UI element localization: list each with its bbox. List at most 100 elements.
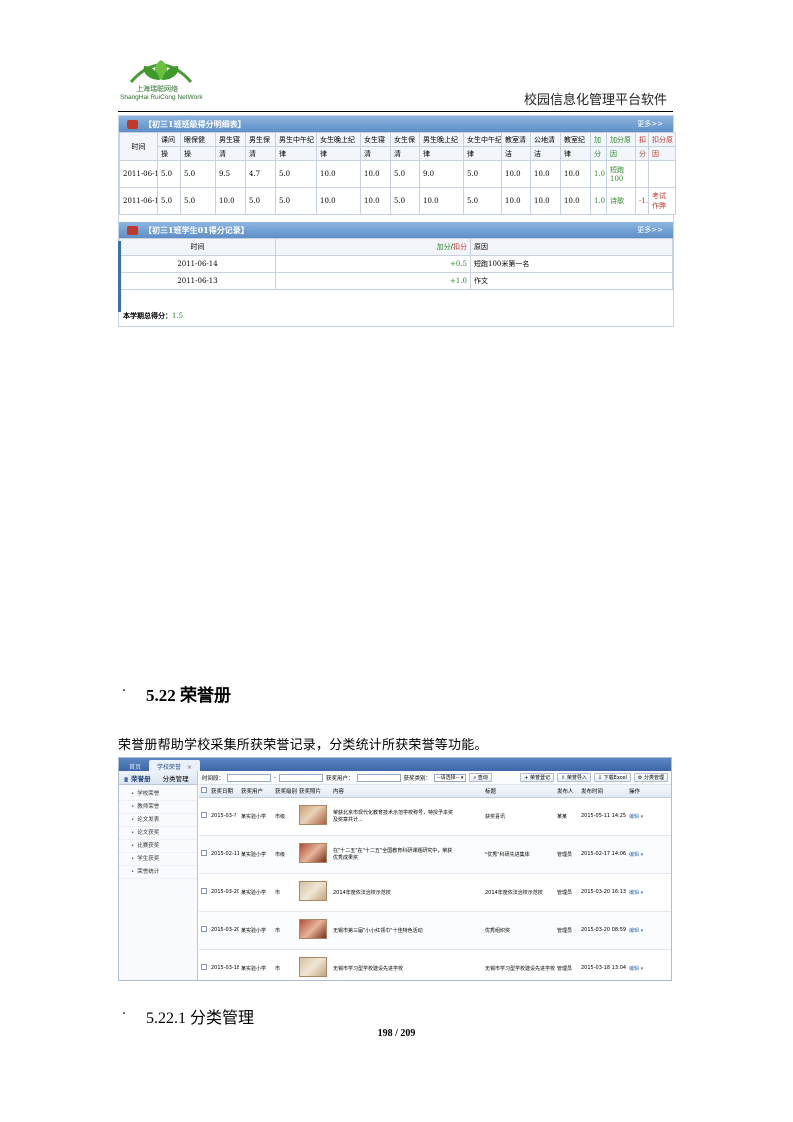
header-cell: 女生保	[390, 132, 420, 147]
row-checkbox[interactable]	[201, 964, 207, 970]
register-honor-button[interactable]: + 荣誉登记	[520, 773, 555, 782]
table-cell: 2011-06-14	[119, 160, 158, 188]
table-row: 2011-06-14 +0.5 短跑100米第一名	[119, 255, 673, 273]
table-row[interactable]: 2015-03-20 某实验小学 市 2014年度依法治校示范校 2014年度依…	[199, 873, 671, 912]
class-score-table: 时间 课间 眼保健 男生寝 男生保 男生中午纪 女生晚上纪 女生寝 女生保 男生…	[119, 132, 676, 215]
sidebar-item-honor-stats[interactable]: 荣誉统计	[119, 866, 197, 879]
search-icon: ⌕	[473, 775, 477, 781]
edit-action[interactable]: 编辑 ▾	[627, 949, 671, 980]
page-number: 198 / 209	[377, 1028, 416, 1039]
publish-time-cell: 2015-02-17 14:06	[579, 835, 627, 874]
header-cell[interactable]: 获奖日期	[209, 785, 239, 798]
category-label: 获奖类别：	[403, 775, 432, 782]
title-cell: 无锡市学习型学校建设先进学校	[483, 949, 555, 980]
header-cell[interactable]: 获奖级别	[273, 785, 297, 798]
header-cell[interactable]: 发布人	[555, 785, 579, 798]
document-header-title: 校园信息化管理平台软件	[523, 93, 667, 108]
logo-leaves-icon	[129, 60, 193, 83]
select-all-checkbox[interactable]	[201, 786, 207, 793]
header-cell[interactable]: 发布时间	[579, 785, 627, 798]
sidebar-item-student-awards[interactable]: 学生获奖	[119, 853, 197, 866]
table-cell: 作文	[470, 272, 673, 290]
header-cell: 教室清	[501, 132, 531, 147]
table-cell: 5.0	[245, 187, 276, 215]
honor-photo[interactable]	[299, 805, 327, 825]
table-cell: 2011-06-13	[119, 272, 276, 290]
tab-home[interactable]: 首页	[121, 760, 149, 771]
download-excel-button[interactable]: ⇩ 下载Excel	[593, 773, 631, 782]
header-cell: 操	[180, 146, 216, 161]
header-cell: 律	[560, 146, 591, 161]
sidebar-item-contest-awards[interactable]: 比赛获奖	[119, 840, 197, 853]
category-manage-button[interactable]: ⚙ 分类管理	[633, 773, 668, 782]
table-cell: 1.0	[590, 160, 607, 188]
publish-time-cell: 2015-03-20 16:13	[579, 873, 627, 912]
header-cell: 女生寝	[360, 132, 391, 147]
table-cell: 10.0	[530, 160, 561, 188]
header-cell[interactable]: 内容	[331, 785, 483, 798]
honor-photo[interactable]	[299, 881, 327, 901]
user-cell: 某实验小学	[239, 797, 273, 836]
header-cell[interactable]: 获奖用户	[239, 785, 273, 798]
table-cell: 5.0	[463, 160, 502, 188]
edit-action[interactable]: 编辑 ▾	[627, 911, 671, 950]
subsection-heading: 5.22.1 分类管理	[146, 1010, 255, 1027]
table-header-row: 时间 加分/扣分 原因	[119, 238, 673, 256]
table-row[interactable]: 2015-03-20 某实验小学 市 无锡市第三届"小小红领巾"十佳特色活动 优…	[199, 911, 671, 950]
header-cell: 清	[245, 146, 276, 161]
class-score-table-titlebar: 【初三1班班级得分明细表】 更多>>	[119, 116, 673, 132]
row-checkbox[interactable]	[201, 926, 207, 932]
table-row[interactable]: 2015-03-18 某实验小学 市 无锡市学习型学校建设先进学校 无锡市学习型…	[199, 949, 671, 980]
header-cell[interactable]: 获奖照片	[297, 785, 331, 798]
table-cell: 10.0	[316, 160, 361, 188]
edit-action[interactable]: 编辑 ▾	[627, 797, 671, 836]
category-select[interactable]: --请选择-- ▾	[434, 773, 467, 782]
import-icon: ⇪	[561, 775, 566, 781]
sidebar-item-school-honor[interactable]: 学校荣誉	[119, 788, 197, 801]
honor-photo[interactable]	[299, 919, 327, 939]
sidebar-item-teacher-honor[interactable]: 教师荣誉	[119, 801, 197, 814]
header-cell: 课间	[157, 132, 181, 147]
table-row: 2011-06-13 +1.0 作文	[119, 272, 673, 290]
honor-photo[interactable]	[299, 843, 327, 863]
row-checkbox[interactable]	[201, 812, 207, 818]
close-icon[interactable]: ×	[187, 764, 192, 771]
header-cell: 加分原	[606, 132, 636, 147]
user-input[interactable]	[356, 773, 401, 782]
row-checkbox[interactable]	[201, 850, 207, 856]
table-row[interactable]: 2015-03-? 某实验小学 市级 荣获北京市现代化教育技术示范学校称号，特授…	[199, 797, 671, 836]
table-cell: 10.0	[501, 160, 531, 188]
publisher-cell: 管理员	[555, 911, 579, 950]
row-checkbox[interactable]	[201, 888, 207, 894]
tab-bar: 首页 学校荣誉 ×	[119, 758, 671, 771]
publisher-cell: 管理员	[555, 835, 579, 874]
content-cell: 无锡市学习型学校建设先进学校	[331, 949, 483, 980]
tab-school-honor[interactable]: 学校荣誉 ×	[149, 760, 201, 771]
honor-book-screenshot: 首页 学校荣誉× 荣誉册 分类管理 学校荣誉 教师荣誉 论文发表 论文获奖 比赛…	[118, 757, 672, 981]
sidebar-title[interactable]: 荣誉册	[123, 773, 151, 783]
header-cell: 清	[390, 146, 420, 161]
sidebar-item-paper-awards[interactable]: 论文获奖	[119, 827, 197, 840]
edit-action[interactable]: 编辑 ▾	[627, 873, 671, 912]
sidebar-category-link[interactable]: 分类管理	[163, 773, 189, 783]
table-cell: 2011-06-13	[119, 187, 158, 215]
table-row[interactable]: 2015-02-11 某实验小学 市级 在"十二五"在"十二五"全国教育科研课题…	[199, 835, 671, 874]
start-date-input[interactable]	[227, 773, 272, 782]
honor-photo[interactable]	[299, 957, 327, 977]
more-link[interactable]: 更多>>	[637, 119, 663, 129]
sidebar-item-paper-published[interactable]: 论文发表	[119, 814, 197, 827]
filter-bar: 时间段： - 获奖用户： 获奖类别： --请选择-- ▾ ⌕ 查询 + 荣誉登记…	[199, 771, 671, 785]
header-cell: 时间	[119, 238, 276, 256]
table-cell: 10.0	[215, 187, 246, 215]
header-cell[interactable]: 标题	[483, 785, 555, 798]
import-honor-button[interactable]: ⇪ 荣誉导入	[557, 773, 591, 782]
toolbar: + 荣誉登记 ⇪ 荣誉导入 ⇩ 下载Excel ⚙ 分类管理	[520, 773, 671, 782]
edit-action[interactable]: 编辑 ▾	[627, 835, 671, 874]
more-link[interactable]: 更多>>	[637, 225, 663, 235]
search-button[interactable]: ⌕ 查询	[469, 773, 492, 782]
table-cell: 5.0	[275, 187, 317, 215]
end-date-input[interactable]	[279, 773, 324, 782]
table-header-row-bottom: 操 操 清 清 律 律 清 清 律 律 洁 洁 律 分 因 分 因	[120, 146, 676, 161]
table-cell: 4.7	[245, 160, 276, 188]
company-logo: 上海瑞聪网络 ShangHai RuiCong NetWork	[116, 52, 206, 108]
